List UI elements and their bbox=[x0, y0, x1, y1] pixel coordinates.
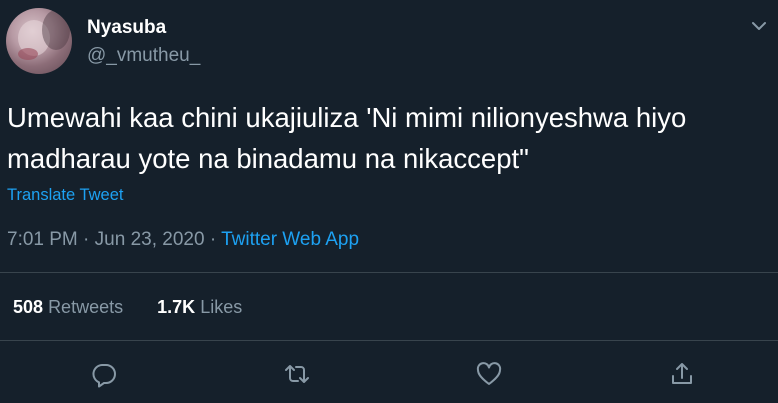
chevron-down-icon[interactable] bbox=[748, 15, 770, 37]
tweet-meta: 7:01 PM · Jun 23, 2020 · Twitter Web App bbox=[7, 229, 359, 251]
tweet-stats: 508 Retweets 1.7K Likes bbox=[13, 296, 242, 318]
retweets-count: 508 bbox=[13, 297, 44, 317]
tweet-text: Umewahi kaa chini ukajiuliza 'Ni mimi ni… bbox=[7, 97, 778, 179]
reply-icon[interactable] bbox=[90, 360, 118, 388]
user-handle[interactable]: @_vmutheu_ bbox=[87, 45, 200, 67]
likes-count: 1.7K bbox=[157, 297, 196, 317]
likes-stat[interactable]: 1.7K Likes bbox=[152, 297, 242, 317]
avatar[interactable] bbox=[6, 8, 72, 74]
likes-label: Likes bbox=[200, 297, 243, 317]
heart-icon[interactable] bbox=[475, 360, 503, 388]
tweet-text-line: madharau yote na binadamu na nikaccept" bbox=[7, 143, 529, 174]
tweet-text-line: Umewahi kaa chini ukajiuliza 'Ni mimi ni… bbox=[7, 102, 687, 133]
meta-separator: · bbox=[209, 229, 217, 250]
share-icon[interactable] bbox=[668, 360, 696, 388]
meta-separator: · bbox=[83, 229, 90, 250]
divider bbox=[0, 340, 778, 341]
tweet-time[interactable]: 7:01 PM bbox=[7, 229, 78, 250]
translate-tweet-link[interactable]: Translate Tweet bbox=[7, 185, 123, 205]
retweets-stat[interactable]: 508 Retweets bbox=[13, 297, 128, 317]
tweet-date[interactable]: Jun 23, 2020 bbox=[95, 229, 205, 250]
retweet-icon[interactable] bbox=[283, 360, 311, 388]
divider bbox=[0, 272, 778, 273]
retweets-label: Retweets bbox=[48, 297, 124, 317]
tweet-source-link[interactable]: Twitter Web App bbox=[221, 229, 359, 250]
display-name[interactable]: Nyasuba bbox=[87, 17, 166, 39]
